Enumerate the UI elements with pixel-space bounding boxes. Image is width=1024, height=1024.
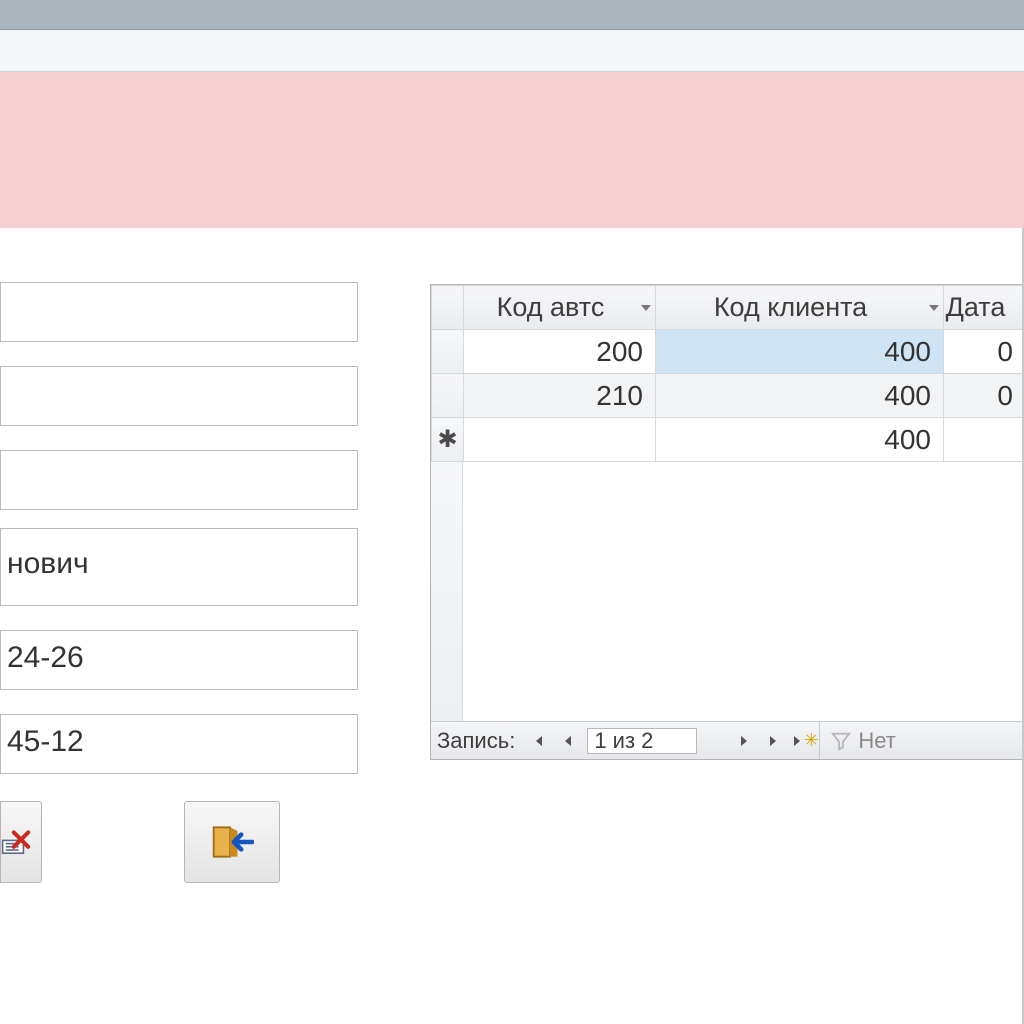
- grid-empty-area: [431, 462, 1024, 724]
- recnav-label: Запись:: [431, 728, 523, 754]
- delete-record-icon: [1, 822, 33, 862]
- cell[interactable]: 400: [656, 330, 944, 374]
- delete-record-button[interactable]: [0, 801, 42, 883]
- recnav-position-box[interactable]: 1 из 2: [587, 728, 697, 754]
- field-5[interactable]: 24-26: [0, 630, 358, 690]
- recnav-filter-indicator[interactable]: Нет: [819, 722, 895, 759]
- dropdown-icon[interactable]: [641, 305, 651, 311]
- field-1[interactable]: [0, 282, 358, 342]
- new-row-marker[interactable]: ✱: [432, 418, 464, 462]
- cell[interactable]: 200: [464, 330, 656, 374]
- grid-col-header-autocode[interactable]: Код автс: [464, 286, 656, 330]
- row-selector[interactable]: [432, 374, 464, 418]
- field-6[interactable]: 45-12: [0, 714, 358, 774]
- door-exit-icon: [210, 822, 254, 862]
- dropdown-icon[interactable]: [929, 305, 939, 311]
- left-field-column: нович 24-26 45-12: [0, 282, 360, 798]
- ribbon-placeholder: [0, 30, 1024, 72]
- window-titlebar: [0, 0, 1024, 30]
- table-new-row[interactable]: ✱ 400: [432, 418, 1024, 462]
- field-2[interactable]: [0, 366, 358, 426]
- col-label: Дата: [946, 292, 1006, 322]
- recnav-new-button[interactable]: ✳: [789, 726, 819, 756]
- grid-select-all[interactable]: [432, 286, 464, 330]
- cell[interactable]: 400: [656, 374, 944, 418]
- cell[interactable]: [464, 418, 656, 462]
- form-header-band: [0, 72, 1024, 228]
- filter-label: Нет: [858, 728, 895, 754]
- col-label: Код автс: [497, 292, 605, 322]
- recnav-first-button[interactable]: [523, 726, 553, 756]
- new-record-star-icon: ✳: [804, 730, 819, 751]
- recnav-last-button[interactable]: [759, 726, 789, 756]
- col-label: Код клиента: [714, 292, 867, 322]
- cell[interactable]: 210: [464, 374, 656, 418]
- cell[interactable]: 0: [944, 374, 1024, 418]
- table-row[interactable]: 210 400 0: [432, 374, 1024, 418]
- table-row[interactable]: 200 400 0: [432, 330, 1024, 374]
- funnel-icon: [830, 730, 852, 752]
- form-body: нович 24-26 45-12: [0, 228, 1024, 1024]
- cell[interactable]: 400: [656, 418, 944, 462]
- record-navigator: Запись: 1 из 2 ✳ Нет: [431, 721, 1024, 759]
- subform-datasheet[interactable]: Код автс Код клиента Дата 200 400 0 210 …: [430, 284, 1024, 760]
- close-form-button[interactable]: [184, 801, 280, 883]
- row-selector[interactable]: [432, 330, 464, 374]
- field-4[interactable]: нович: [0, 528, 358, 606]
- grid-table: Код автс Код клиента Дата 200 400 0 210 …: [431, 285, 1024, 462]
- form-button-row: [0, 801, 280, 883]
- cell[interactable]: [944, 418, 1024, 462]
- grid-header-row: Код автс Код клиента Дата: [432, 286, 1024, 330]
- grid-col-header-clientcode[interactable]: Код клиента: [656, 286, 944, 330]
- cell[interactable]: 0: [944, 330, 1024, 374]
- recnav-prev-button[interactable]: [553, 726, 583, 756]
- grid-col-header-date[interactable]: Дата: [944, 286, 1024, 330]
- field-3[interactable]: [0, 450, 358, 510]
- recnav-next-button[interactable]: [729, 726, 759, 756]
